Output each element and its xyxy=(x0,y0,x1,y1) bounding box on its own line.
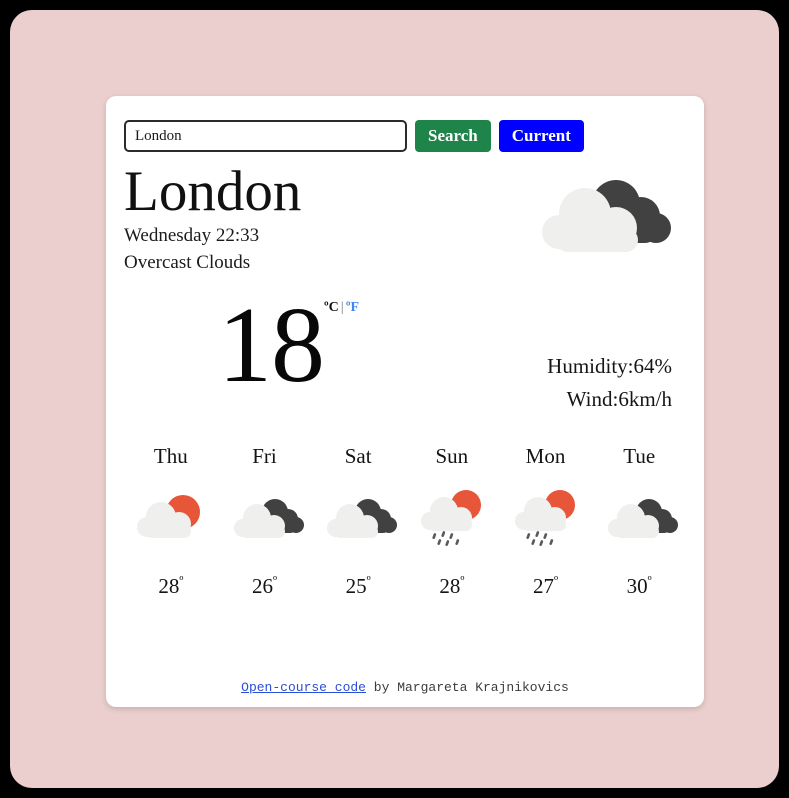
forecast-day-label: Thu xyxy=(153,444,188,468)
weather-card: Search Current London Wednesday 22:33 Ov… xyxy=(106,96,704,707)
sun-cloud-rain-icon xyxy=(499,487,593,549)
forecast-day-label: Sun xyxy=(435,444,469,468)
forecast-day-sat: Sat 25º xyxy=(311,444,405,599)
search-button[interactable]: Search xyxy=(415,120,491,152)
footer-credit: Open-course code by Margareta Krajnikovi… xyxy=(106,680,704,695)
forecast-day-label: Sat xyxy=(344,444,372,468)
forecast-temp: 28º xyxy=(158,573,184,598)
unit-toggle: ºC | ºF xyxy=(324,292,359,316)
forecast-day-fri: Fri 26º xyxy=(218,444,312,599)
page-background: Search Current London Wednesday 22:33 Ov… xyxy=(10,10,779,788)
unit-separator: | xyxy=(340,300,344,315)
forecast-row: Thu 28º Fri 26º Sat 25º Sun 28º Mon 27º … xyxy=(124,444,686,599)
humidity-value: Humidity:64% xyxy=(547,354,672,378)
overcast-clouds-icon xyxy=(592,487,686,549)
open-source-code-link[interactable]: Open-course code xyxy=(241,680,366,695)
current-location-button[interactable]: Current xyxy=(498,120,584,152)
forecast-day-tue: Tue 30º xyxy=(592,444,686,599)
author-credit: by Margareta Krajnikovics xyxy=(365,680,569,695)
current-temperature-block: 18 ºC | ºF Humidity:64% Wind:6km/h xyxy=(124,288,686,438)
forecast-day-label: Fri xyxy=(252,444,277,468)
forecast-temp: 26º xyxy=(251,573,278,598)
overcast-clouds-icon xyxy=(528,170,678,270)
temperature-value: 18 xyxy=(218,286,325,405)
forecast-temp: 25º xyxy=(345,573,371,598)
search-input[interactable] xyxy=(124,120,407,152)
sun-cloud-rain-icon xyxy=(405,487,499,549)
forecast-temp: 27º xyxy=(533,573,559,598)
search-bar: Search Current xyxy=(124,120,686,152)
forecast-temp: 30º xyxy=(626,573,652,598)
forecast-day-label: Tue xyxy=(623,444,656,468)
celsius-unit[interactable]: ºC xyxy=(324,300,339,315)
sun-behind-cloud-icon xyxy=(124,487,218,549)
forecast-temp: 28º xyxy=(439,573,465,598)
current-weather-header: London Wednesday 22:33 Overcast Clouds xyxy=(124,162,686,282)
forecast-day-mon: Mon 27º xyxy=(499,444,593,599)
forecast-day-thu: Thu 28º xyxy=(124,444,218,599)
forecast-day-label: Mon xyxy=(525,444,566,468)
forecast-day-sun: Sun 28º xyxy=(405,444,499,599)
overcast-clouds-icon xyxy=(311,487,405,549)
fahrenheit-link[interactable]: ºF xyxy=(346,300,359,315)
wind-value: Wind:6km/h xyxy=(566,386,672,411)
overcast-clouds-icon xyxy=(218,487,312,549)
current-conditions: Humidity:64% Wind:6km/h xyxy=(547,350,672,415)
